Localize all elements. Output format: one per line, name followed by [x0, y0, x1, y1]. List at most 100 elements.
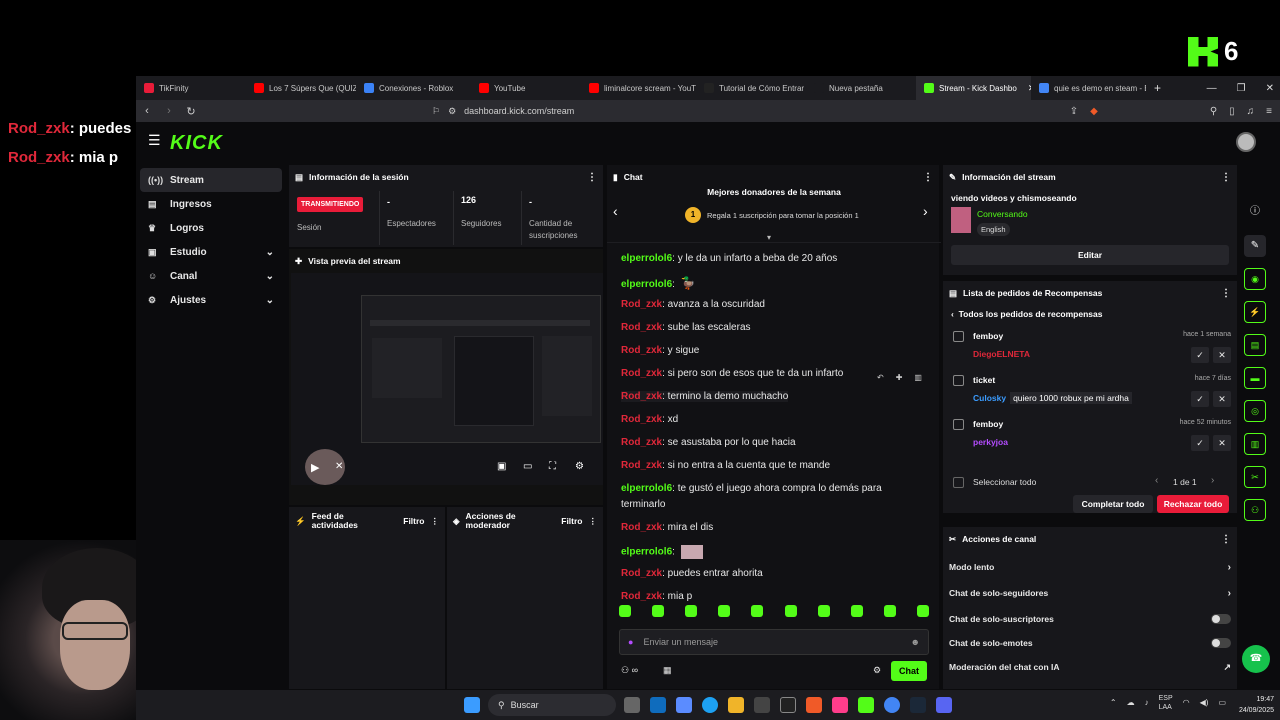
rewards-toggle-icon[interactable]: ▥	[1244, 433, 1266, 455]
chat-message[interactable]: elperrolol6:	[621, 545, 703, 559]
mod-filter-button[interactable]: Filtro	[561, 516, 582, 526]
fullscreen-icon[interactable]: ⛶	[549, 461, 556, 472]
pip-icon[interactable]: ▣	[497, 461, 506, 472]
theater-icon[interactable]: ▭	[523, 461, 532, 472]
emote-icon[interactable]	[784, 605, 797, 617]
toggle-switch[interactable]	[1211, 614, 1231, 624]
channel-action-row[interactable]: Chat de solo-seguidores ›	[949, 581, 1231, 605]
start-icon[interactable]	[464, 697, 480, 713]
copilot-icon[interactable]	[676, 697, 692, 713]
chat-username[interactable]: elperrolol6	[621, 483, 672, 494]
emote-icon[interactable]	[817, 605, 830, 617]
browser-tab[interactable]: Conexiones - Roblox	[356, 76, 471, 100]
toggle-switch[interactable]	[1211, 638, 1231, 648]
reload-icon[interactable]: ↻	[180, 105, 202, 118]
chat-toggle-icon[interactable]: ▬	[1244, 367, 1266, 389]
more-options-icon[interactable]: ⋮	[1221, 534, 1231, 545]
chat-username[interactable]: Rod_zxk	[621, 345, 662, 356]
outlook-icon[interactable]	[650, 697, 666, 713]
reject-all-button[interactable]: Rechazar todo	[1157, 495, 1229, 513]
chat-message[interactable]: Rod_zxk: si no entra a la cuenta que te …	[621, 460, 830, 471]
more-options-icon[interactable]: ⋮	[923, 172, 933, 183]
chat-message[interactable]: Rod_zxk: mia p	[621, 591, 692, 602]
brave-shield-icon[interactable]: ◆	[1090, 106, 1098, 117]
more-options-icon[interactable]: ⋮	[1221, 288, 1231, 299]
steam-icon[interactable]	[910, 697, 926, 713]
chat-message[interactable]: elperrolol6: y le da un infarto a beba d…	[621, 253, 837, 264]
chrome-icon[interactable]	[884, 697, 900, 713]
sidebar-item-canal[interactable]: ☺ Canal ⌄	[140, 264, 282, 288]
kick-icon[interactable]	[858, 697, 874, 713]
kick-logo[interactable]: KICK	[170, 132, 223, 155]
minimize-icon[interactable]: —	[1207, 83, 1217, 94]
emote-icon[interactable]	[685, 605, 698, 617]
request-user[interactable]: Culosky quiero 1000 robux pe mi ardha	[973, 392, 1132, 404]
taskbar-search[interactable]: ⚲ Buscar	[488, 694, 616, 716]
broadcast-toggle-icon[interactable]: ◎	[1244, 400, 1266, 422]
url-text[interactable]: dashboard.kick.com/stream	[464, 106, 574, 116]
mic-icon[interactable]: ♪	[1145, 698, 1149, 712]
chat-message[interactable]: Rod_zxk: termino la demo muchacho	[621, 391, 789, 402]
emote-icon[interactable]	[883, 605, 896, 617]
activity-toggle-icon[interactable]: ⚡	[1244, 301, 1266, 323]
reject-icon[interactable]: ✕	[1213, 435, 1231, 451]
store-icon[interactable]	[754, 697, 770, 713]
battery-icon[interactable]: ▭	[1218, 698, 1226, 712]
chat-username[interactable]: Rod_zxk	[621, 568, 662, 579]
approve-icon[interactable]: ✓	[1191, 391, 1209, 407]
forward-icon[interactable]: ›	[158, 105, 180, 117]
browser-tab[interactable]: TikFinity	[136, 76, 246, 100]
request-checkbox[interactable]	[953, 331, 964, 342]
request-user[interactable]: DiegoELNETA	[973, 349, 1030, 359]
gift-icon[interactable]: ▦	[663, 665, 672, 676]
delete-icon[interactable]: ▥	[914, 373, 922, 382]
user-avatar[interactable]	[1236, 132, 1256, 152]
reject-icon[interactable]: ✕	[1213, 391, 1231, 407]
feed-filter-button[interactable]: Filtro	[403, 516, 424, 526]
site-info-icon[interactable]: ⚙	[448, 106, 456, 117]
chevron-up-icon[interactable]: ⌃	[1110, 698, 1117, 712]
mute-icon[interactable]: ✕	[335, 461, 343, 472]
chat-username[interactable]: elperrolol6	[621, 279, 672, 290]
browser-tab[interactable]: Nueva pestaña	[806, 76, 916, 100]
discord-icon[interactable]	[936, 697, 952, 713]
browser-tab[interactable]: Stream - Kick Dashbo✕	[916, 76, 1031, 100]
sidebar-item-stream[interactable]: ((•)) Stream	[140, 168, 282, 192]
browser-tab[interactable]: quie es demo en steam - B	[1031, 76, 1146, 100]
chat-username[interactable]: Rod_zxk	[621, 437, 662, 448]
sidebar-item-estudio[interactable]: ▣ Estudio ⌄	[140, 240, 282, 264]
chat-message[interactable]: Rod_zxk: puedes entrar ahorita	[621, 568, 763, 579]
chat-username[interactable]: elperrolol6	[621, 547, 672, 558]
browser-tab[interactable]: Los 7 Súpers Que (QUIZÁ	[246, 76, 356, 100]
next-page-icon[interactable]: ›	[1211, 475, 1214, 486]
approve-icon[interactable]: ✓	[1191, 435, 1209, 451]
sidebar-item-ajustes[interactable]: ⚙ Ajustes ⌄	[140, 288, 282, 312]
sidebar-toggle-icon[interactable]: ▯	[1229, 106, 1235, 117]
channel-action-row[interactable]: Moderación del chat con IA ↗	[949, 655, 1231, 679]
brave-icon[interactable]	[806, 697, 822, 713]
network-toggle-icon[interactable]: ⚇	[1244, 499, 1266, 521]
chat-settings-icon[interactable]: ⚙	[873, 665, 881, 676]
channel-action-row[interactable]: Chat de solo-suscriptores	[949, 607, 1231, 631]
emote-icon[interactable]	[619, 605, 631, 617]
approve-icon[interactable]: ✓	[1191, 347, 1209, 363]
edge-icon[interactable]	[702, 697, 718, 713]
more-options-icon[interactable]: ⋮	[431, 516, 440, 527]
more-options-icon[interactable]: ⋮	[587, 172, 597, 183]
emoji-icon[interactable]: ☻	[911, 637, 920, 647]
prev-icon[interactable]: ‹	[613, 203, 618, 219]
chat-username[interactable]: Rod_zxk	[621, 322, 662, 333]
hamburger-menu-icon[interactable]: ☰	[148, 132, 161, 149]
chat-message[interactable]: Rod_zxk: se asustaba por lo que hacia	[621, 437, 796, 448]
chat-username[interactable]: Rod_zxk	[621, 368, 662, 379]
settings-icon[interactable]: ⚙	[575, 461, 584, 472]
reply-icon[interactable]: ↶	[877, 373, 884, 382]
emote-icon[interactable]	[850, 605, 863, 617]
emote-icon[interactable]	[916, 605, 929, 617]
chat-username[interactable]: Rod_zxk	[621, 299, 662, 310]
chat-message[interactable]: Rod_zxk: si pero son de esos que te da u…	[621, 368, 843, 379]
chat-message[interactable]: Rod_zxk: sube las escaleras	[621, 322, 751, 333]
emote-icon[interactable]	[751, 605, 764, 617]
volume-icon[interactable]: ◀)	[1200, 698, 1209, 712]
pencil-icon[interactable]: ✎	[1244, 235, 1266, 257]
